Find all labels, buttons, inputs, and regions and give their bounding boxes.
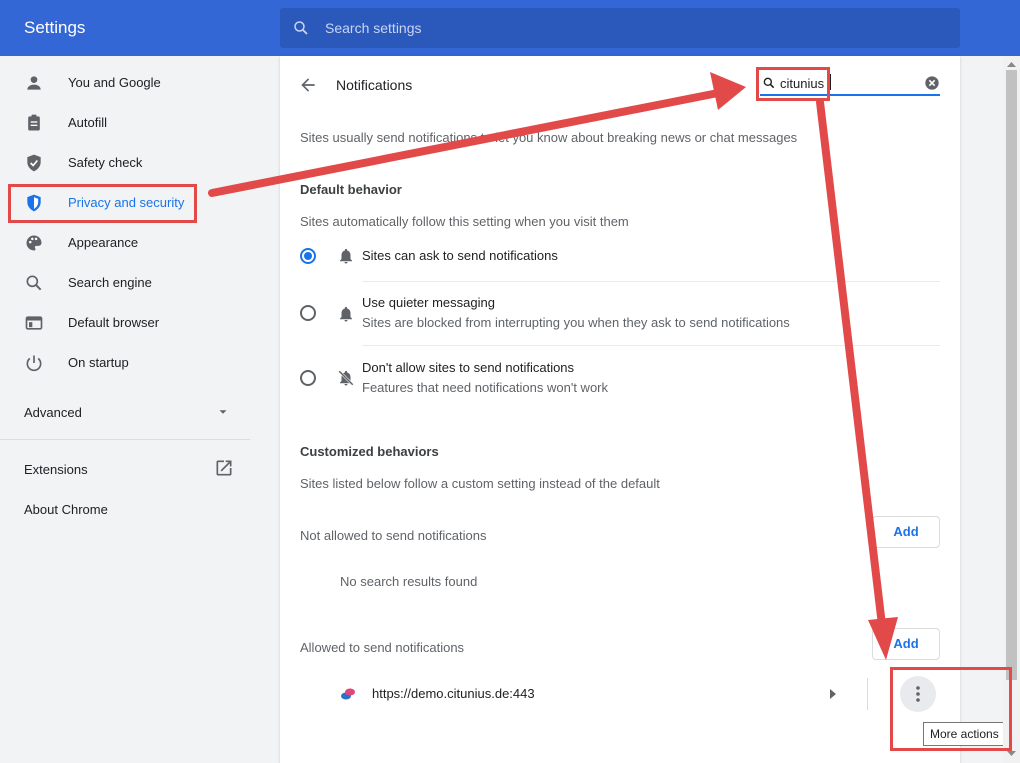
sidebar-item-extensions[interactable]: Extensions (0, 454, 252, 494)
sidebar-item-safety-check[interactable]: Safety check (0, 143, 252, 183)
search-icon (294, 21, 308, 35)
radio-quieter-messaging[interactable] (300, 305, 316, 321)
advanced-label: Advanced (24, 405, 82, 420)
sidebar-item-you-and-google[interactable]: You and Google (0, 63, 252, 103)
bell-icon (340, 248, 352, 264)
sidebar-item-on-startup[interactable]: On startup (0, 343, 252, 383)
notifications-card (280, 56, 960, 763)
radio-ask-notifications[interactable] (300, 248, 316, 264)
scrollbar-thumb[interactable] (1006, 70, 1017, 680)
scroll-up-icon[interactable] (1006, 60, 1017, 68)
radio-block-notifications[interactable] (300, 370, 316, 386)
bell-icon (340, 306, 352, 322)
add-allowed-button[interactable]: Add (872, 628, 940, 660)
option-title: Use quieter messaging (362, 295, 495, 310)
top-bar: Settings Search settings (0, 0, 1020, 56)
sidebar-item-label: You and Google (68, 75, 161, 90)
option-sub: Features that need notifications won't w… (362, 380, 609, 395)
palette-icon (26, 235, 42, 251)
sidebar-item-about-chrome[interactable]: About Chrome (0, 494, 252, 534)
chevron-down-icon (219, 410, 227, 414)
browser-window-icon (25, 316, 43, 330)
sidebar-advanced-toggle[interactable]: Advanced (0, 391, 252, 431)
extensions-label: Extensions (24, 462, 88, 477)
sidebar-item-label: Autofill (68, 115, 108, 130)
person-icon (27, 76, 41, 90)
sidebar-item-label: Safety check (68, 155, 143, 170)
option-sub: Sites are blocked from interrupting you … (362, 315, 790, 330)
option-title: Sites can ask to send notifications (362, 248, 558, 263)
add-blocked-button[interactable]: Add (872, 516, 940, 548)
about-chrome-label: About Chrome (24, 502, 108, 517)
default-behavior-heading: Default behavior (300, 182, 402, 197)
sidebar-item-default-browser[interactable]: Default browser (0, 303, 252, 343)
divider (362, 345, 940, 346)
default-behavior-sub: Sites automatically follow this setting … (300, 214, 629, 229)
bell-off-icon (338, 370, 354, 386)
allowed-site-url[interactable]: https://demo.citunius.de:443 (372, 686, 535, 701)
sidebar-item-label: Search engine (68, 275, 152, 290)
sidebar-item-label: On startup (68, 355, 129, 370)
sidebar-item-search-engine[interactable]: Search engine (0, 263, 252, 303)
customized-behaviors-sub: Sites listed below follow a custom setti… (300, 476, 660, 491)
app-title: Settings (24, 18, 86, 37)
sidebar-item-label: Appearance (68, 235, 139, 250)
highlight-more-actions (890, 667, 1012, 751)
no-results-text: No search results found (340, 574, 478, 589)
not-allowed-label: Not allowed to send notifications (300, 528, 487, 543)
divider (867, 678, 868, 710)
sidebar-divider (0, 439, 250, 440)
shield-check-icon (27, 154, 41, 172)
page-title: Notifications (336, 77, 413, 93)
highlight-privacy (8, 184, 197, 223)
text-cursor (830, 74, 831, 90)
divider (362, 281, 940, 282)
sidebar-item-autofill[interactable]: Autofill (0, 103, 252, 143)
sidebar-item-appearance[interactable]: Appearance (0, 223, 252, 263)
arrow-right-icon[interactable] (828, 688, 838, 700)
highlight-search (756, 67, 830, 101)
customized-behaviors-heading: Customized behaviors (300, 444, 439, 459)
page-description: Sites usually send notifications to let … (300, 130, 798, 145)
search-input-placeholder[interactable]: Search settings (325, 20, 422, 36)
power-icon (26, 355, 42, 372)
site-favicon-icon (341, 688, 355, 700)
clear-icon[interactable] (924, 75, 940, 91)
open-external-icon (216, 460, 232, 476)
back-arrow-icon[interactable] (298, 75, 318, 95)
sidebar-item-label: Default browser (68, 315, 160, 330)
search-icon (26, 275, 42, 291)
clipboard-icon (28, 114, 40, 131)
option-title: Don't allow sites to send notifications (362, 360, 575, 375)
scroll-down-icon[interactable] (1006, 750, 1017, 758)
search-settings-box[interactable]: Search settings (280, 8, 960, 48)
sidebar: You and Google Autofill Safety check Pri… (0, 56, 252, 763)
allowed-label: Allowed to send notifications (300, 640, 465, 655)
